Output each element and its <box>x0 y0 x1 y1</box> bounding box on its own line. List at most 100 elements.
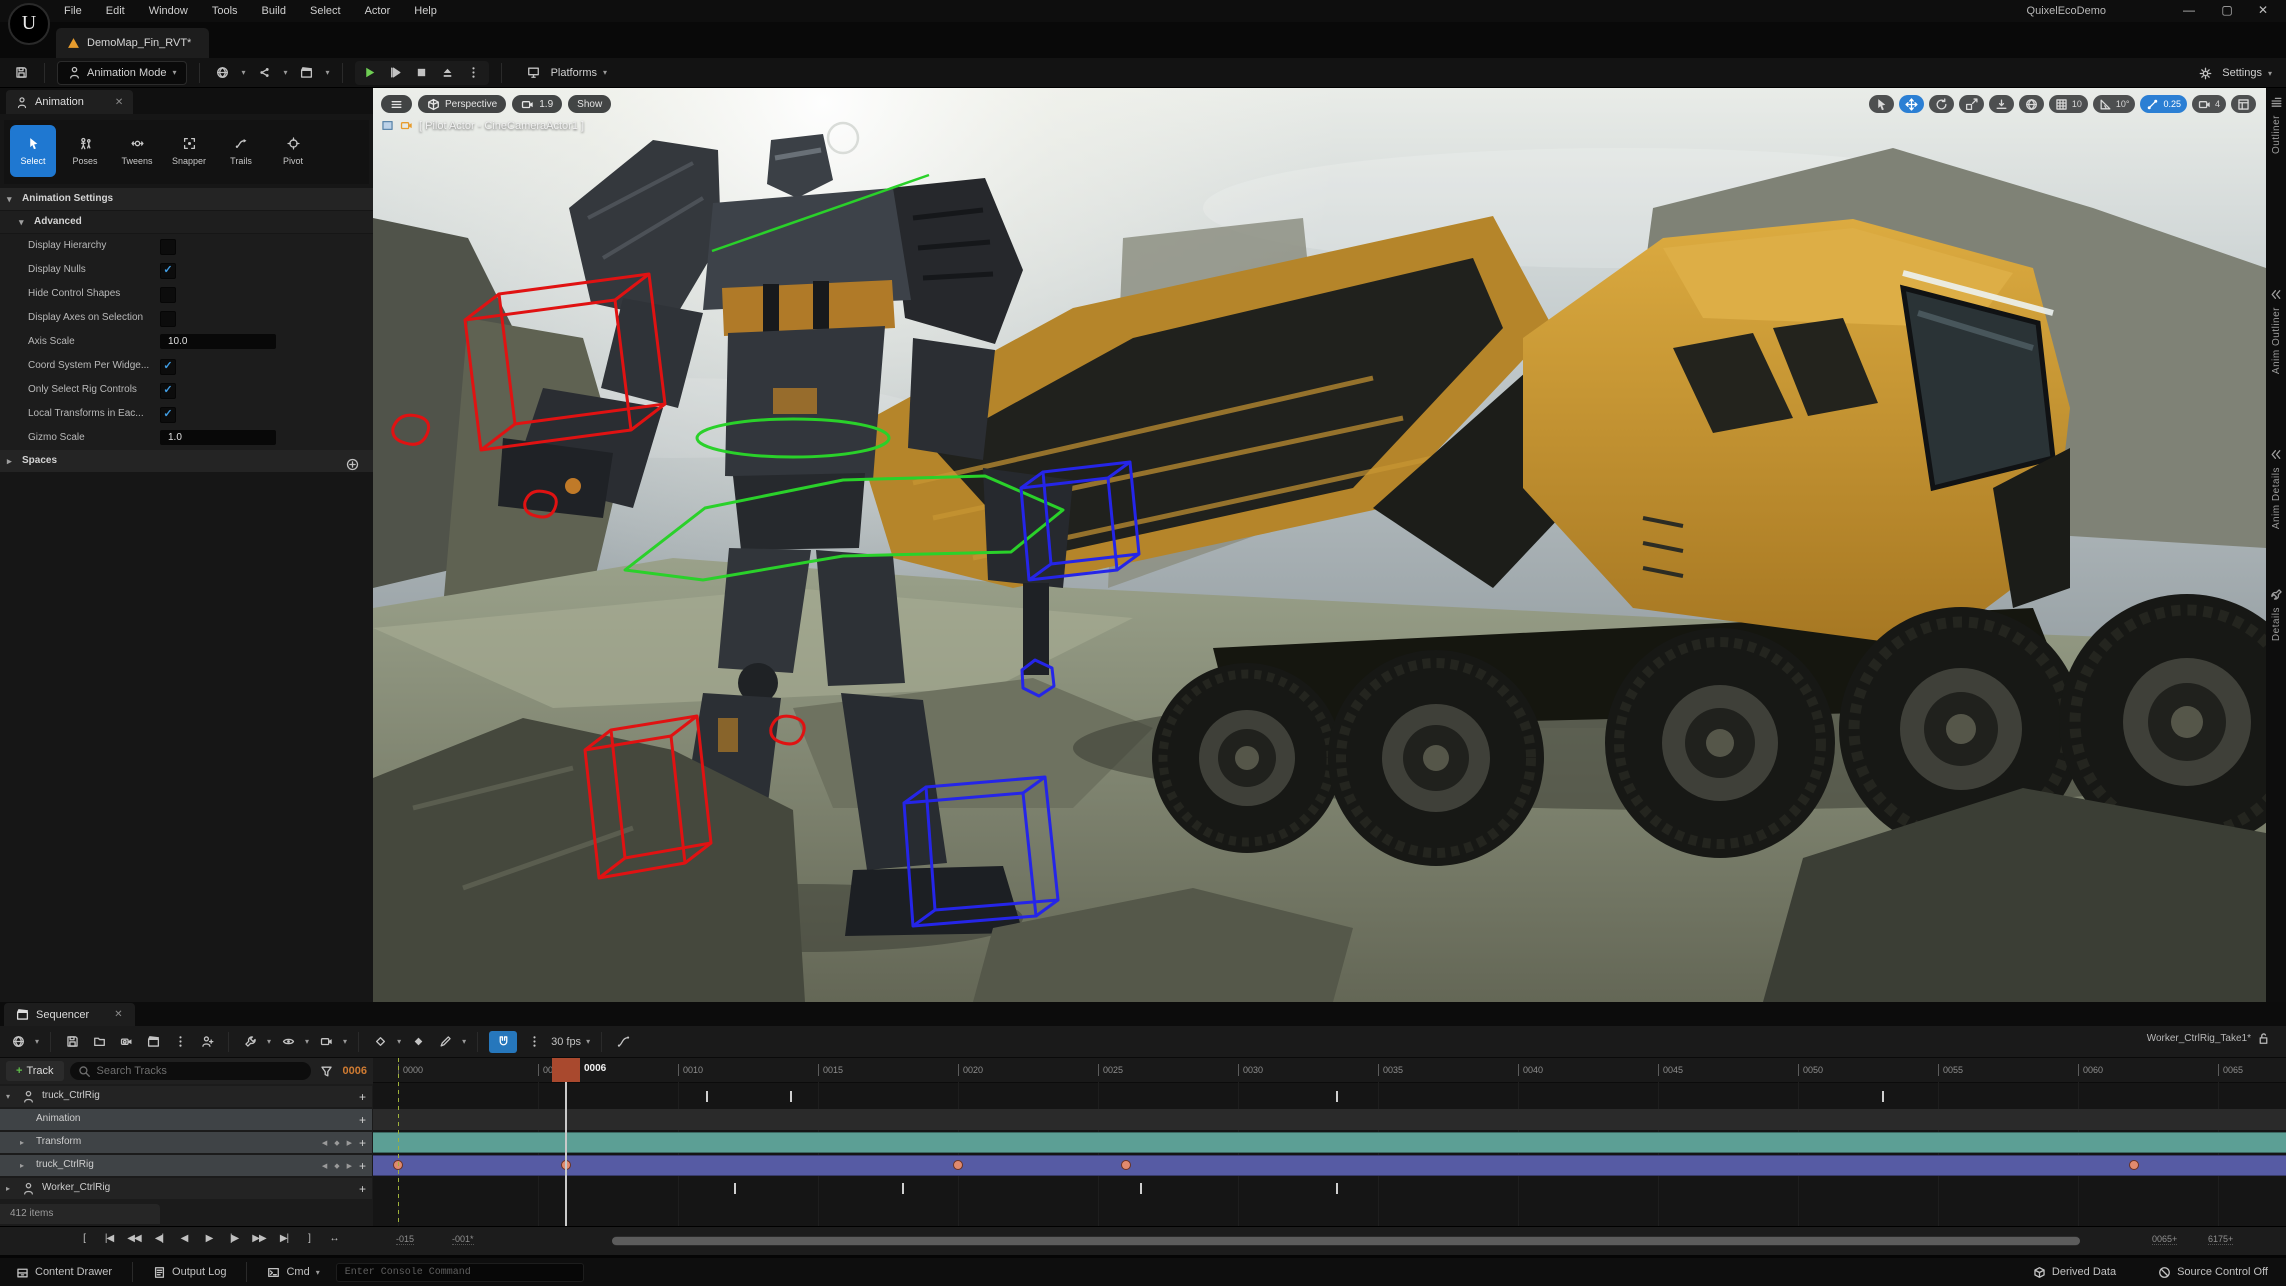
menu-help[interactable]: Help <box>402 0 449 22</box>
play-options-icon[interactable] <box>463 62 485 84</box>
keyframe-frame-26[interactable] <box>1121 1160 1131 1170</box>
cinematics-icon[interactable] <box>296 62 318 84</box>
track-transform[interactable]: ▸Transform◀◆▶+ <box>0 1132 372 1153</box>
next-key-icon[interactable]: ▶ <box>347 1162 352 1170</box>
sequencer-more-icon[interactable] <box>170 1031 190 1053</box>
expander-icon[interactable]: ▸ <box>6 1184 10 1193</box>
checkbox-unchecked[interactable] <box>160 239 176 255</box>
create-actor-icon[interactable] <box>212 62 234 84</box>
add-key-icon[interactable]: ◆ <box>334 1162 339 1170</box>
add-actor-icon[interactable] <box>197 1031 217 1053</box>
menu-build[interactable]: Build <box>250 0 298 22</box>
working-range-start[interactable]: -001* <box>452 1234 474 1245</box>
frame-skip-button[interactable] <box>385 62 407 84</box>
add-section-icon[interactable]: + <box>359 1136 366 1150</box>
advanced-header[interactable]: ▾ Advanced <box>0 211 373 233</box>
playback-start-marker[interactable] <box>398 1058 399 1226</box>
keyframe-tick[interactable] <box>902 1183 904 1194</box>
transport-loop[interactable]: ↔ <box>326 1233 342 1244</box>
tool-snapper[interactable]: Snapper <box>166 125 212 177</box>
menu-select[interactable]: Select <box>298 0 353 22</box>
timeline-row-truck-ctrlrig[interactable] <box>373 1155 2286 1176</box>
expander-icon[interactable]: ▾ <box>6 1092 10 1101</box>
track-search-input[interactable]: Search Tracks <box>70 1062 311 1080</box>
sequencer-save-icon[interactable] <box>62 1031 82 1053</box>
add-track-button[interactable]: + Track <box>6 1061 64 1081</box>
viewport[interactable]: Perspective 1.9 Show [ Pilot Actor - Cin… <box>373 88 2266 1002</box>
transport-bracket-in[interactable]: [ <box>76 1233 92 1244</box>
eject-button[interactable] <box>437 62 459 84</box>
curve-tools-icon[interactable] <box>435 1031 455 1053</box>
expander-icon[interactable]: ▸ <box>20 1161 24 1170</box>
add-section-icon[interactable]: + <box>359 1113 366 1127</box>
sequencer-options-icon[interactable] <box>8 1031 28 1053</box>
rotate-tool[interactable] <box>1929 95 1954 113</box>
platforms-button[interactable]: Platforms ▾ <box>514 62 616 84</box>
add-section-icon[interactable]: + <box>359 1182 366 1196</box>
value-field[interactable]: 1.0 <box>160 430 276 445</box>
camera-speed-button[interactable]: 4 <box>2192 95 2226 113</box>
transport-go-to-front[interactable]: |◀ <box>101 1233 117 1244</box>
checkbox-checked[interactable]: ✓ <box>160 407 176 423</box>
expander-icon[interactable]: ▸ <box>20 1138 24 1147</box>
keyframe-tick[interactable] <box>734 1183 736 1194</box>
timeline-scrollbar[interactable] <box>612 1236 2080 1246</box>
tool-tweens[interactable]: Tweens <box>114 125 160 177</box>
keyframe-tick[interactable] <box>1336 1183 1338 1194</box>
checkbox-unchecked[interactable] <box>160 311 176 327</box>
menu-edit[interactable]: Edit <box>94 0 137 22</box>
view-range-start[interactable]: -015 <box>396 1234 414 1245</box>
content-drawer-button[interactable]: Content Drawer <box>8 1261 120 1283</box>
spaces-header[interactable]: ▸ Spaces <box>0 450 373 472</box>
restore-button[interactable]: ▢ <box>2210 0 2244 22</box>
blueprints-icon[interactable] <box>254 62 276 84</box>
view-range-end[interactable]: 6175+ <box>2208 1234 2233 1245</box>
maximize-viewport-button[interactable] <box>2231 95 2256 113</box>
timeline-ruler[interactable]: 0000000500100015002000250030003500400045… <box>373 1058 2286 1083</box>
right-tab-details[interactable]: Details <box>2266 588 2286 641</box>
track-worker-ctrlrig[interactable]: ▸Worker_CtrlRig+ <box>0 1178 372 1199</box>
tool-pivot[interactable]: Pivot <box>270 125 316 177</box>
prev-key-icon[interactable]: ◀ <box>322 1139 327 1147</box>
cmd-button[interactable]: Cmd ▾ <box>259 1261 327 1283</box>
menu-actor[interactable]: Actor <box>353 0 403 22</box>
menu-tools[interactable]: Tools <box>200 0 250 22</box>
stop-button[interactable] <box>411 62 433 84</box>
tool-poses[interactable]: Poses <box>62 125 108 177</box>
source-control-button[interactable]: Source Control Off <box>2150 1261 2276 1283</box>
transport-bracket-out[interactable]: ] <box>301 1233 317 1244</box>
transport-step-forward[interactable]: |▶ <box>226 1233 242 1244</box>
close-icon[interactable]: ✕ <box>115 97 123 108</box>
checkbox-checked[interactable]: ✓ <box>160 359 176 375</box>
checkbox-checked[interactable]: ✓ <box>160 383 176 399</box>
perspective-button[interactable]: Perspective <box>418 95 506 113</box>
playhead-line[interactable] <box>565 1082 567 1226</box>
unreal-engine-logo-icon[interactable]: U <box>8 3 50 45</box>
track-animation[interactable]: Animation+ <box>0 1109 372 1130</box>
tool-select[interactable]: Select <box>10 125 56 177</box>
keyframe-options-icon[interactable] <box>278 1031 298 1053</box>
close-button[interactable]: ✕ <box>2246 0 2280 22</box>
current-frame-field[interactable]: 0006 <box>343 1065 367 1077</box>
value-field[interactable]: 10.0 <box>160 334 276 349</box>
auto-key-camera-icon[interactable] <box>316 1031 336 1053</box>
output-log-button[interactable]: Output Log <box>145 1261 234 1283</box>
right-tab-outliner[interactable]: Outliner <box>2266 96 2286 154</box>
menu-window[interactable]: Window <box>137 0 200 22</box>
render-movie-icon[interactable] <box>116 1031 136 1053</box>
timeline-row-animation[interactable] <box>373 1109 2286 1130</box>
play-button[interactable] <box>359 62 381 84</box>
move-tool[interactable] <box>1899 95 1924 113</box>
add-key-icon[interactable] <box>408 1031 428 1053</box>
transport-play-forward[interactable]: ▶ <box>201 1233 217 1244</box>
console-command-input[interactable] <box>336 1263 584 1282</box>
add-section-icon[interactable]: + <box>359 1090 366 1104</box>
keyframe-frame-20[interactable] <box>953 1160 963 1170</box>
keyframe-frame-62[interactable] <box>2129 1160 2139 1170</box>
keyframe-tick[interactable] <box>1882 1091 1884 1102</box>
grid-snap-button[interactable]: 10 <box>2049 95 2088 113</box>
timeline-row-transform[interactable] <box>373 1132 2286 1153</box>
transport-jump-forward[interactable]: ▶▶ <box>251 1233 267 1244</box>
close-icon[interactable]: ✕ <box>114 1009 122 1020</box>
timeline-row-truck-ctrlrig[interactable] <box>373 1086 2286 1107</box>
